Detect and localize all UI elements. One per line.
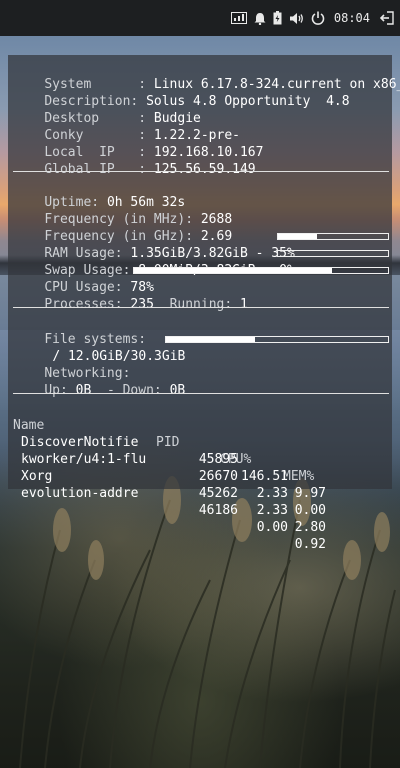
global-ip-value: 125.56.59.149: [153, 162, 256, 177]
process-mem: 0.92: [294, 537, 326, 552]
running-label: Running:: [169, 297, 233, 312]
running-value: 1: [240, 297, 248, 312]
processes-value: 235: [130, 297, 154, 312]
system-row: System : Linux 6.17.8-324.current on x86…: [13, 59, 400, 92]
ram-usage-fill: [278, 234, 317, 239]
process-mem: 9.97: [294, 486, 326, 501]
conky-widget: System : Linux 6.17.8-324.current on x86…: [8, 55, 400, 552]
freq-ghz-row: Frequency (in GHz): 2.69: [13, 211, 232, 244]
root-fs-bar: [165, 336, 389, 343]
root-fs-row: / 12.0GiB/30.3GiB: [13, 331, 185, 364]
networking-row: Networking:: [13, 348, 130, 381]
process-name: evolution-addre: [21, 486, 139, 501]
net-updown-row: Up: 0B - Down: 0B: [13, 365, 185, 398]
freq-mhz-row: Frequency (in MHz): 2688: [13, 194, 232, 227]
divider: [13, 307, 389, 308]
uptime-row: Uptime: 0h 56m 32s: [13, 177, 185, 210]
network-icon[interactable]: [230, 12, 247, 24]
logout-icon[interactable]: [380, 11, 394, 25]
description-row: Description: Solus 4.8 Opportunity 4.8: [13, 76, 349, 109]
up-label: Up:: [44, 383, 68, 398]
cpu-usage-bar: [133, 267, 389, 274]
root-fs-fill: [166, 337, 255, 342]
cpu-usage-fill: [134, 268, 333, 273]
process-row: DiscoverNotifie 45895 146.51 9.97: [13, 417, 343, 501]
divider: [13, 393, 389, 394]
down-value: 0B: [169, 383, 186, 398]
processes-label: Processes:: [44, 297, 123, 312]
system-tray: 08:04: [230, 0, 400, 36]
process-cpu: 2.33: [256, 486, 288, 501]
filesystems-row: File systems:: [13, 314, 146, 347]
process-row: kworker/u4:1-flu 26670 2.33 0.00: [13, 434, 343, 518]
global-ip-label: Global IP :: [44, 162, 147, 177]
process-pid: 45262: [198, 486, 238, 501]
processes-row: Processes: 235 Running: 1: [13, 279, 248, 312]
process-cpu: 0.00: [256, 520, 288, 535]
process-pid: 46186: [198, 503, 238, 518]
process-mem: 2.80: [294, 520, 326, 535]
down-label: - Down:: [106, 383, 162, 398]
conky-version-row: Conky : 1.22.2-pre-: [13, 110, 240, 143]
ram-row: RAM Usage: 1.35GiB/3.82GiB - 35%: [13, 228, 294, 261]
divider: [13, 171, 389, 172]
up-value: 0B: [75, 383, 92, 398]
swap-usage-bar: [277, 250, 389, 257]
process-row: Xorg 45262 2.33 2.80: [13, 451, 343, 535]
volume-icon[interactable]: [289, 12, 304, 25]
desktop-row: Desktop : Budgie: [13, 93, 201, 126]
panel-clock[interactable]: 08:04: [334, 11, 370, 25]
ram-usage-bar: [277, 233, 389, 240]
process-mem: 0.00: [294, 503, 326, 518]
power-icon[interactable]: [311, 11, 325, 25]
top-panel: 08:04: [0, 0, 400, 36]
battery-icon[interactable]: [273, 11, 282, 25]
process-cpu: 2.33: [256, 503, 288, 518]
process-row: evolution-addre 46186 0.00 0.92: [13, 468, 343, 552]
swap-row: Swap Usage: 8.00MiB/3.82GiB - 0%: [13, 245, 294, 278]
global-ip-row: Global IP : 125.56.59.149: [13, 144, 255, 177]
local-ip-row: Local IP : 192.168.10.167: [13, 127, 263, 160]
process-table-header: Name PID CPU% MEM%: [13, 400, 343, 484]
bell-icon[interactable]: [254, 12, 266, 25]
